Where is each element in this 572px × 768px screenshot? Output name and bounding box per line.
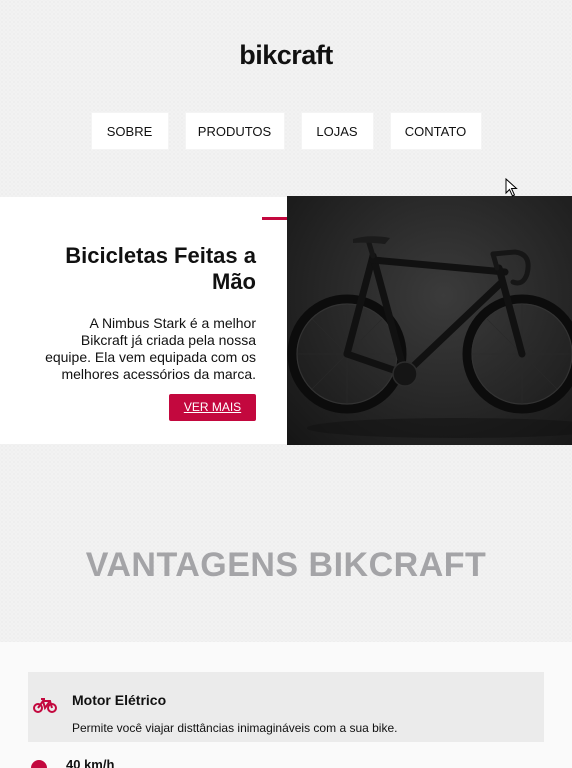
nav-link-contato[interactable]: CONTATO [389,112,482,150]
bicycle-icon [33,698,57,719]
advantages-title: VANTAGENS BIKCRAFT [85,546,487,584]
main-nav: SOBRE PRODUTOS LOJAS CONTATO [0,112,572,150]
advantage-title: Motor Elétrico [72,692,167,708]
mouse-cursor-icon [505,177,519,203]
hero-bike-image [287,196,572,445]
hero-description: A Nimbus Stark é a melhor Bikcraft já cr… [45,315,256,382]
nav-link-sobre[interactable]: SOBRE [90,112,169,150]
hero-title: Bicicletas Feitas a Mão [65,243,256,294]
advantage-text: Permite você viajar disttâncias inimagin… [72,721,398,735]
advantage-title-2: 40 km/h [66,757,115,768]
nav-link-lojas[interactable]: LOJAS [300,112,374,150]
site-logo[interactable]: bikcraft [0,40,572,71]
road-bicycle-image [287,236,572,438]
nav-link-produtos[interactable]: PRODUTOS [184,112,285,150]
see-more-button[interactable]: VER MAIS [169,394,256,421]
